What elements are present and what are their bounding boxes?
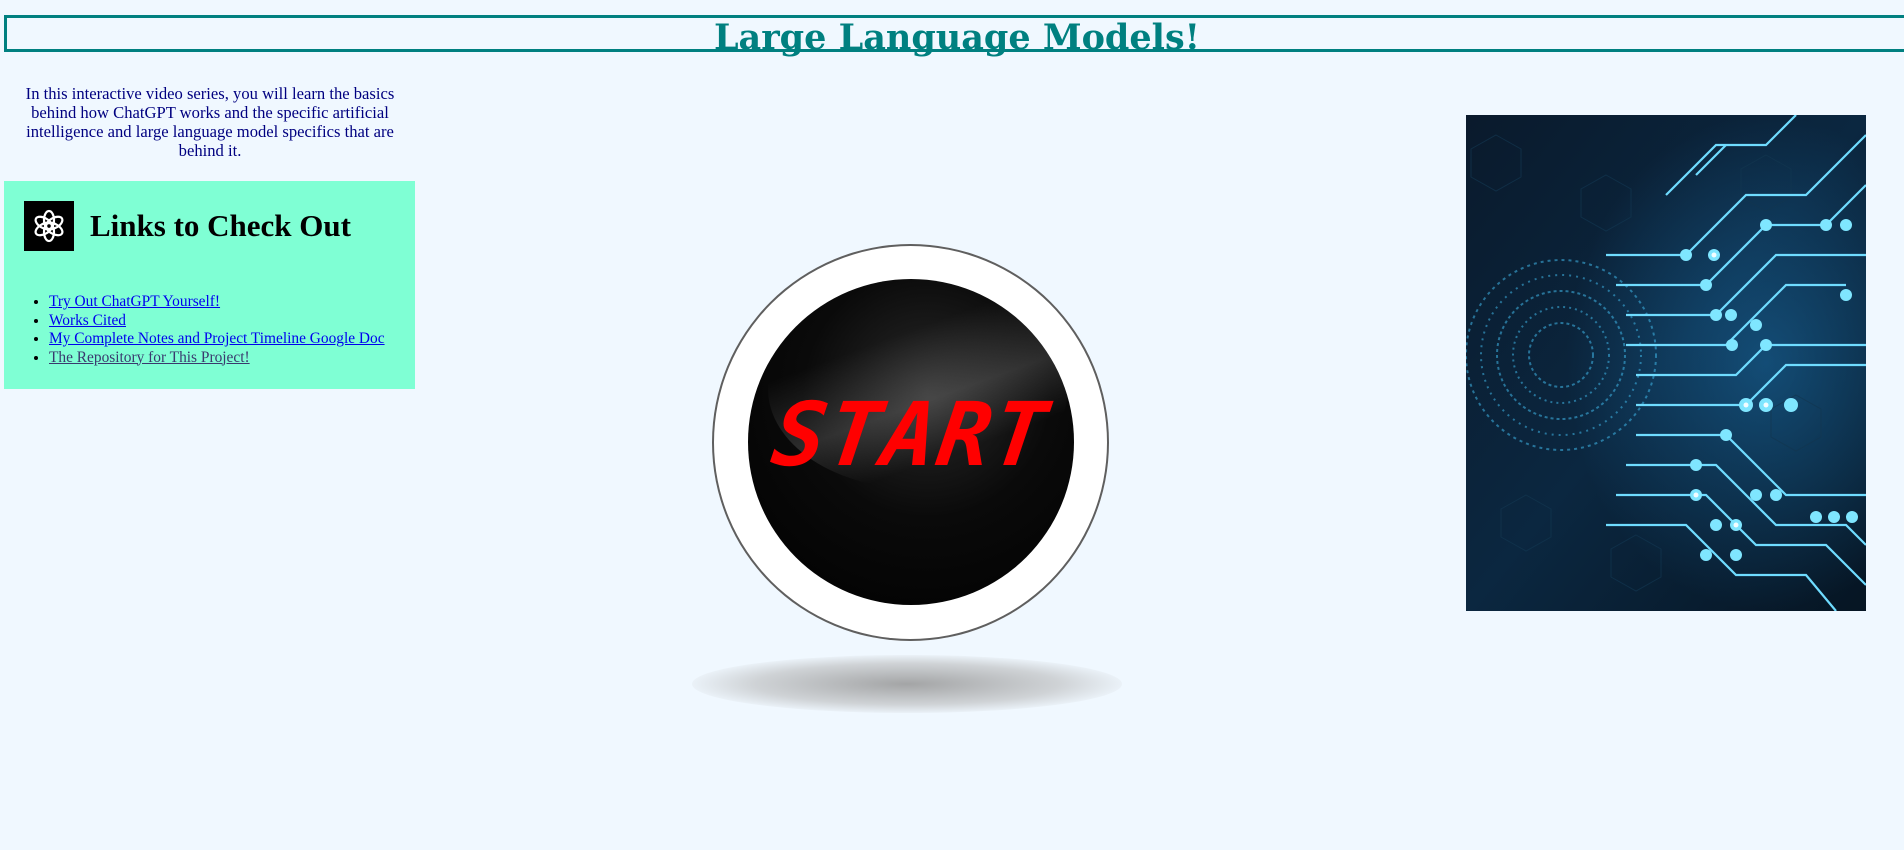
list-item: Works Cited [49,312,385,331]
intro-paragraph: In this interactive video series, you wi… [25,84,395,160]
openai-logo-icon [24,201,74,251]
page: Large Language Models! In this interacti… [0,0,1904,850]
link-notes-google-doc[interactable]: My Complete Notes and Project Timeline G… [49,330,385,347]
link-repository[interactable]: The Repository for This Project! [49,349,250,366]
links-panel: Links to Check Out Try Out ChatGPT Yours… [4,181,415,389]
links-header: Links to Check Out [24,201,351,251]
list-item: Try Out ChatGPT Yourself! [49,293,385,312]
link-try-chatgpt[interactable]: Try Out ChatGPT Yourself! [49,293,220,310]
page-title: Large Language Models! [713,17,1201,58]
circuit-brain-image [1466,115,1866,611]
title-bar: Large Language Models! [4,15,1904,57]
start-button-face: START [748,279,1074,605]
links-list: Try Out ChatGPT Yourself! Works Cited My… [4,293,385,367]
start-button-label: START [766,383,1056,486]
link-works-cited[interactable]: Works Cited [49,312,126,329]
list-item: My Complete Notes and Project Timeline G… [49,330,385,349]
links-heading: Links to Check Out [90,208,351,243]
start-button[interactable]: START [712,244,1109,641]
start-button-shadow [692,655,1122,713]
list-item: The Repository for This Project! [49,349,385,368]
